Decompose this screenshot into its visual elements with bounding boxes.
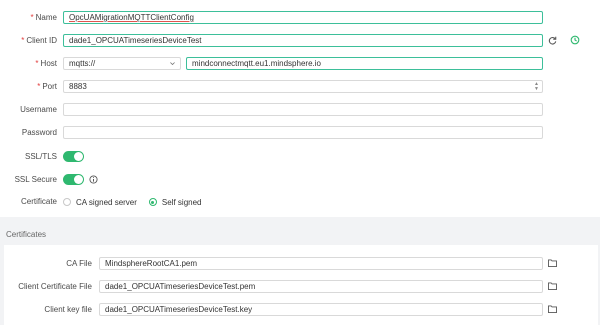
client-cert-input[interactable]: dade1_OPCUATimeseriesDeviceTest.pem: [99, 280, 543, 293]
host-label: * Host: [35, 59, 57, 68]
folder-icon[interactable]: [548, 305, 557, 313]
client-id-input[interactable]: dade1_OPCUATimeseriesDeviceTest: [63, 34, 543, 47]
ssl-tls-label: SSL/TLS: [24, 152, 57, 161]
folder-icon[interactable]: [548, 282, 557, 290]
host-address-input[interactable]: mindconnectmqtt.eu1.mindsphere.io: [186, 57, 543, 70]
chevron-down-icon: [170, 62, 175, 66]
ssl-tls-toggle[interactable]: [63, 151, 84, 162]
ca-file-label: CA File: [66, 259, 92, 268]
refresh-icon[interactable]: [547, 35, 557, 45]
history-icon[interactable]: [570, 35, 580, 45]
radio-self-signed[interactable]: Self signed: [148, 198, 202, 207]
password-input[interactable]: [63, 126, 543, 139]
client-key-label: Client key file: [44, 305, 92, 314]
client-key-input[interactable]: dade1_OPCUATimeseriesDeviceTest.key: [99, 303, 543, 316]
host-protocol-select[interactable]: mqtts://: [63, 57, 181, 70]
client-cert-label: Client Certificate File: [18, 282, 92, 291]
ssl-secure-toggle[interactable]: [63, 174, 84, 185]
client-id-label: * Client ID: [21, 36, 57, 45]
port-spinner[interactable]: ▲ ▼: [533, 81, 540, 92]
mqtt-client-config-page: * Name OpcUAMigrationMQTTClientConfig * Cl…: [0, 0, 600, 325]
certificates-section-title: Certificates: [6, 230, 47, 239]
chevron-down-icon[interactable]: ▼: [534, 86, 539, 92]
name-label: * Name: [30, 13, 57, 22]
port-label: * Port: [37, 82, 57, 91]
username-input[interactable]: [63, 103, 543, 116]
certificate-radio-group: CA signed server Self signed: [63, 196, 214, 208]
port-stepper[interactable]: 8883 ▲ ▼: [63, 80, 543, 93]
ca-file-input[interactable]: MindsphereRootCA1.pem: [99, 257, 543, 270]
info-icon[interactable]: [88, 174, 98, 184]
folder-icon[interactable]: [548, 259, 557, 267]
radio-ca-signed-server[interactable]: CA signed server: [63, 198, 137, 207]
certificate-label: Certificate: [20, 197, 57, 206]
ssl-secure-label: SSL Secure: [14, 175, 57, 184]
password-label: Password: [21, 128, 57, 137]
general-settings-panel: * Name OpcUAMigrationMQTTClientConfig * Cl…: [0, 0, 600, 217]
name-input[interactable]: OpcUAMigrationMQTTClientConfig: [63, 11, 543, 24]
username-label: Username: [20, 105, 57, 114]
